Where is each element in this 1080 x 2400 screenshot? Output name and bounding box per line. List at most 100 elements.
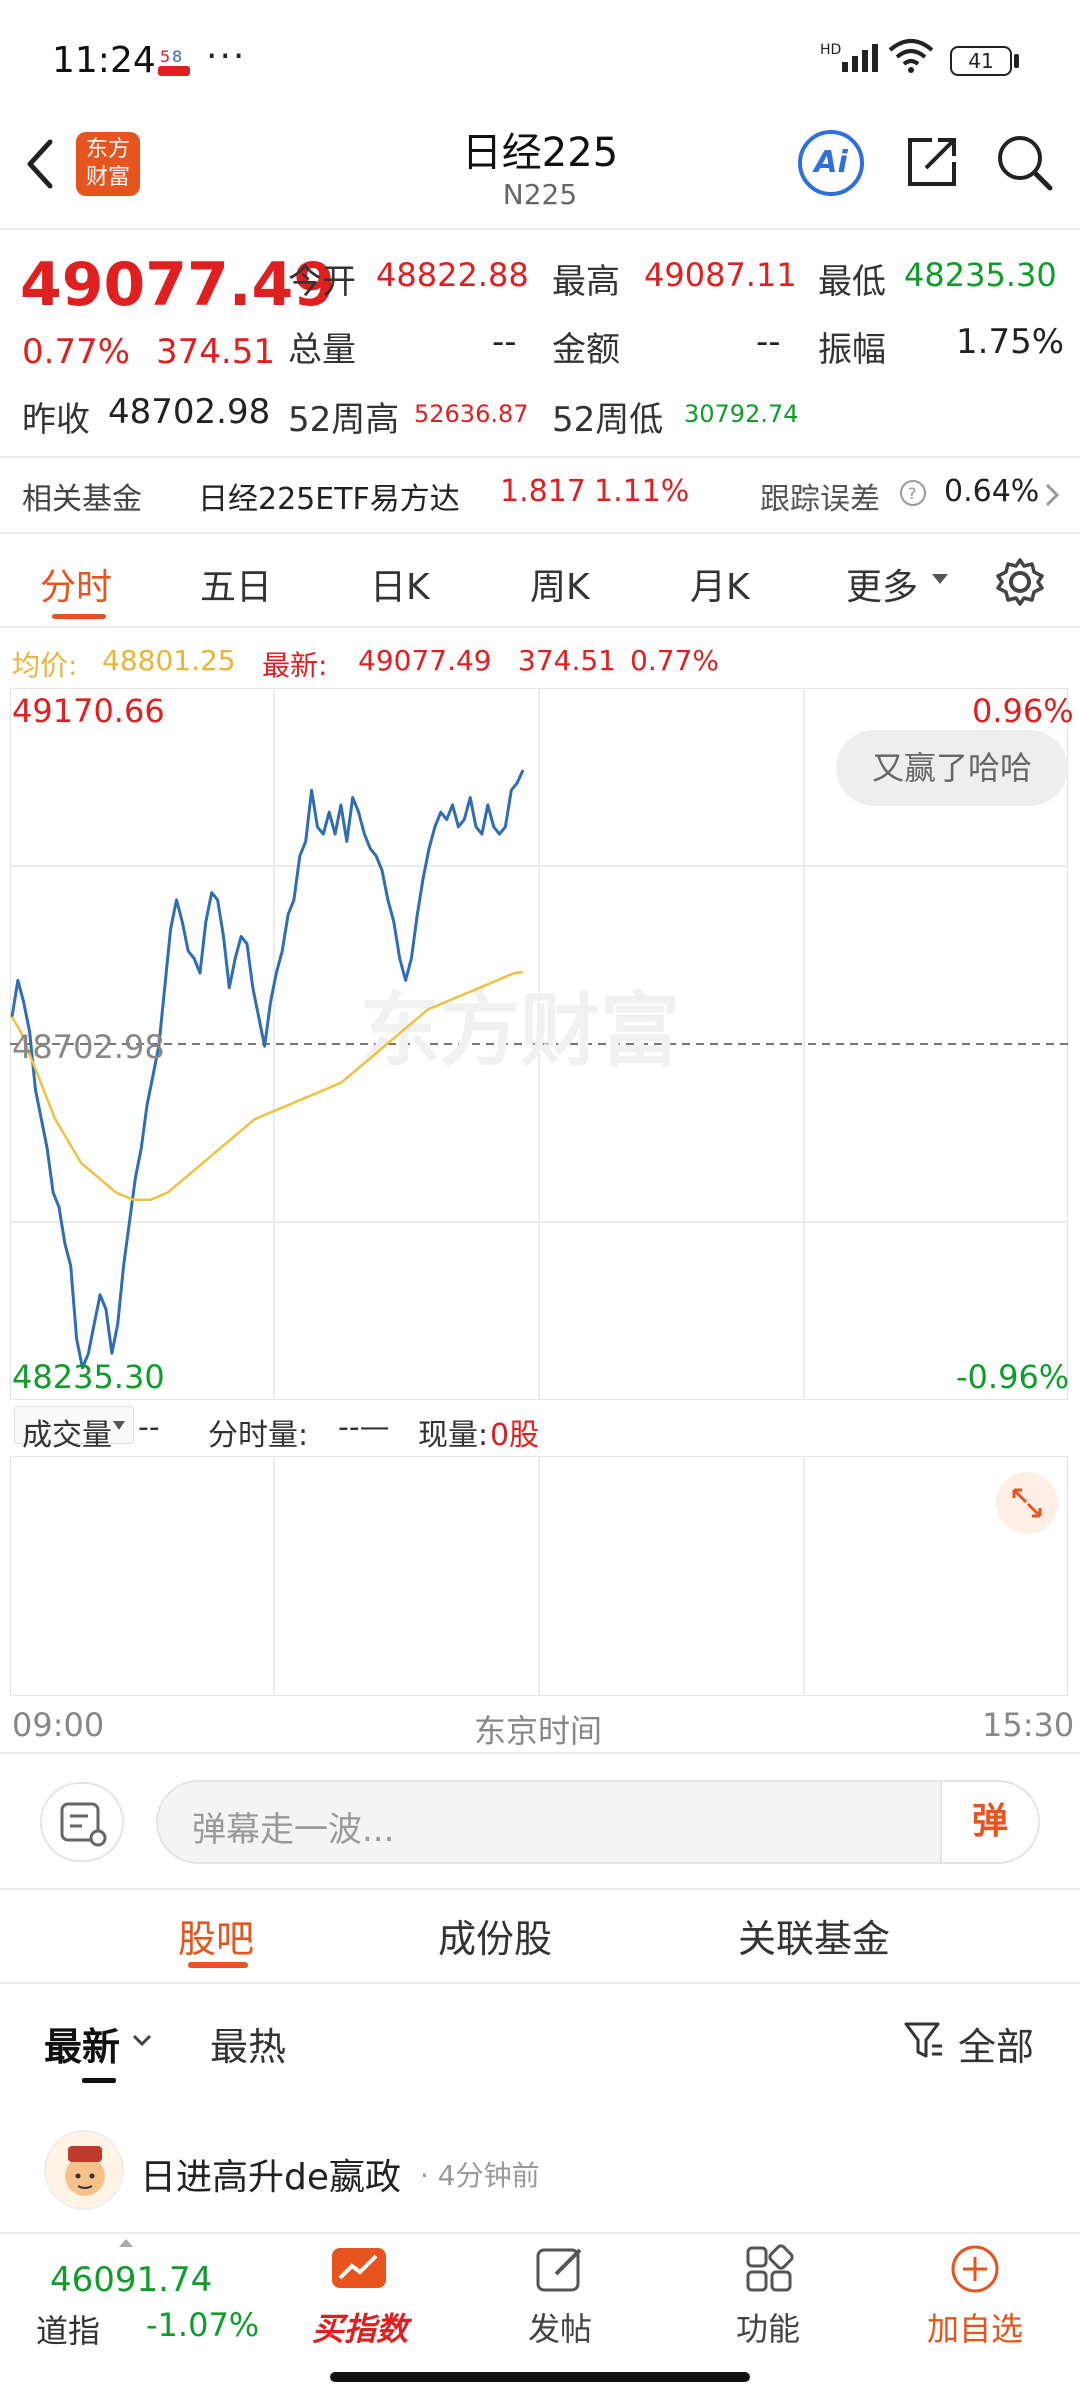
svg-text:8: 8 bbox=[172, 47, 182, 66]
fund-name[interactable]: 日经225ETF易方达 bbox=[198, 474, 460, 518]
functions-button[interactable]: 功能 bbox=[718, 2234, 818, 2352]
change-absolute: 374.51 bbox=[156, 332, 275, 372]
time-axis-middle: 东京时间 bbox=[474, 1712, 603, 1750]
time-axis-start: 09:00 bbox=[12, 1706, 105, 1744]
expand-icon bbox=[1012, 1488, 1042, 1518]
latest-change-abs: 374.51 bbox=[518, 644, 616, 677]
post-label: 发帖 bbox=[527, 2310, 592, 2348]
chevron-down-icon bbox=[132, 2034, 152, 2047]
battery-indicator: 41 bbox=[950, 46, 1012, 76]
high-value: 49087.11 bbox=[644, 256, 797, 294]
current-volume-value: 0股 bbox=[490, 1418, 540, 1453]
dow-index-name: 道指 bbox=[36, 2312, 101, 2350]
tabs-divider bbox=[0, 626, 1080, 628]
trend-chart-icon bbox=[332, 2248, 386, 2288]
prev-close-label: 昨收 bbox=[22, 400, 90, 440]
fund-divider bbox=[0, 532, 1080, 534]
section-tabs-divider bbox=[0, 1982, 1080, 1984]
tab-related-funds[interactable]: 关联基金 bbox=[738, 1908, 890, 1963]
current-volume-label: 现量: bbox=[418, 1418, 489, 1453]
chart-bottom-divider bbox=[0, 1752, 1080, 1754]
tab-constituents[interactable]: 成份股 bbox=[438, 1908, 552, 1963]
wifi-icon bbox=[888, 39, 934, 73]
signal-icon: HD bbox=[820, 42, 878, 72]
amplitude-label: 振幅 bbox=[818, 330, 886, 370]
header: 东方财富 日经225 N225 Ai bbox=[0, 120, 1080, 230]
help-icon[interactable]: ? bbox=[898, 478, 928, 508]
add-watchlist-button[interactable]: 加自选 bbox=[910, 2234, 1040, 2352]
volume-chart[interactable] bbox=[10, 1456, 1068, 1696]
amount-value: -- bbox=[756, 322, 781, 362]
quote-divider bbox=[0, 456, 1080, 458]
y-axis-bottom-label: 48235.30 bbox=[12, 1358, 165, 1396]
time-axis-end: 15:30 bbox=[982, 1706, 1075, 1744]
post-button[interactable]: 发帖 bbox=[510, 2234, 610, 2352]
sort-latest[interactable]: 最新 bbox=[44, 2016, 120, 2071]
fund-price: 1.817 bbox=[500, 474, 586, 509]
sort-hot[interactable]: 最热 bbox=[210, 2016, 286, 2071]
minute-volume-value: --— bbox=[338, 1410, 390, 1445]
avg-value: 48801.25 bbox=[102, 644, 236, 677]
change-percent: 0.77% bbox=[22, 332, 131, 372]
y-axis-mid-label: 48702.98 bbox=[12, 1028, 165, 1066]
dropdown-arrow-icon bbox=[113, 1421, 125, 1430]
avatar[interactable] bbox=[44, 2130, 124, 2210]
settings-gear-icon[interactable] bbox=[994, 556, 1046, 608]
dow-index-change: -1.07% bbox=[146, 2306, 260, 2344]
post-username[interactable]: 日进高升de嬴政 bbox=[140, 2148, 401, 2200]
share-icon[interactable] bbox=[902, 132, 962, 192]
tab-weekly-k[interactable]: 周K bbox=[530, 558, 590, 610]
danmaku-bubble[interactable]: 又赢了哈哈 bbox=[836, 730, 1068, 806]
tab-monthly-k[interactable]: 月K bbox=[690, 558, 750, 610]
tracking-error-value: 0.64% bbox=[944, 474, 1040, 509]
more-notifications-icon: ··· bbox=[206, 36, 247, 77]
tab-intraday[interactable]: 分时 bbox=[40, 558, 112, 610]
volume-label: 总量 bbox=[288, 330, 356, 370]
battery-cap bbox=[1014, 54, 1019, 68]
w52-low-label: 52周低 bbox=[552, 400, 664, 440]
avg-label: 均价: bbox=[12, 649, 78, 682]
sort-indicator bbox=[82, 2078, 116, 2083]
buy-index-button[interactable]: 买指数 bbox=[300, 2234, 420, 2352]
tab-five-day[interactable]: 五日 bbox=[200, 558, 272, 610]
low-label: 最低 bbox=[818, 262, 886, 302]
filter-all[interactable]: 全部 bbox=[958, 2016, 1034, 2071]
bottom-bar: 46091.74 道指 -1.07% 买指数 发帖 功能 加自选 bbox=[0, 2232, 1080, 2352]
status-bar: 11:24 58 ··· HD 41 bbox=[0, 0, 1080, 120]
app-notification-icon: 58 bbox=[154, 44, 194, 80]
grid-icon bbox=[746, 2244, 794, 2292]
low-value: 48235.30 bbox=[904, 256, 1057, 294]
prev-close-value: 48702.98 bbox=[108, 392, 271, 432]
search-icon[interactable] bbox=[994, 132, 1054, 192]
network-type-label: HD bbox=[820, 42, 841, 58]
tab-guba[interactable]: 股吧 bbox=[178, 1908, 254, 1963]
latest-label: 最新: bbox=[262, 649, 328, 682]
danmaku-send-button[interactable]: 弹 bbox=[940, 1782, 1038, 1862]
danmaku-settings-button[interactable] bbox=[40, 1782, 124, 1862]
ai-button[interactable]: Ai bbox=[798, 130, 864, 196]
y-axis-bottom-pct: -0.96% bbox=[956, 1358, 1070, 1396]
latest-value: 49077.49 bbox=[358, 644, 492, 677]
home-indicator[interactable] bbox=[330, 2372, 750, 2382]
open-value: 48822.88 bbox=[376, 256, 529, 294]
danmaku-placeholder: 弹幕走一波... bbox=[192, 1810, 395, 1850]
w52-low-value: 30792.74 bbox=[684, 400, 799, 428]
w52-high-value: 52636.87 bbox=[414, 400, 529, 428]
section-tab-indicator bbox=[188, 1962, 248, 1968]
caret-up-icon bbox=[119, 2239, 133, 2247]
active-tab-indicator bbox=[52, 614, 106, 619]
tab-more[interactable]: 更多 bbox=[846, 558, 918, 610]
amplitude-value: 1.75% bbox=[956, 322, 1065, 362]
y-axis-top-pct: 0.96% bbox=[972, 692, 1074, 730]
svg-text:?: ? bbox=[908, 484, 917, 503]
high-label: 最高 bbox=[552, 262, 620, 302]
chevron-right-icon bbox=[1045, 483, 1060, 507]
expand-button[interactable] bbox=[996, 1472, 1058, 1534]
danmaku-input[interactable]: 弹幕走一波... 弹 bbox=[156, 1780, 1040, 1864]
tab-daily-k[interactable]: 日K bbox=[370, 558, 430, 610]
open-label: 今开 bbox=[288, 262, 356, 302]
dow-index-value[interactable]: 46091.74 bbox=[50, 2260, 212, 2300]
filter-icon[interactable] bbox=[902, 2018, 946, 2062]
triangle-down-icon bbox=[932, 574, 948, 584]
w52-high-label: 52周高 bbox=[288, 400, 400, 440]
